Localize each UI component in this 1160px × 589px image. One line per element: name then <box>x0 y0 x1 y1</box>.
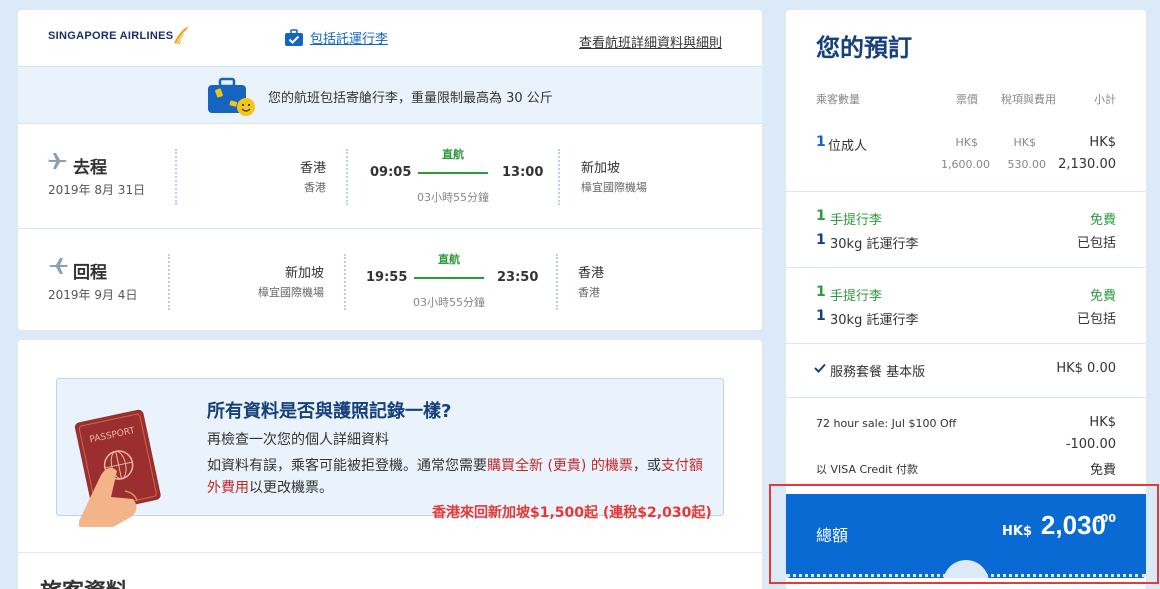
outbound-direct-label: 直航 <box>442 148 464 161</box>
section-divider <box>786 267 1146 268</box>
passport-illustration-icon: PASSPORT <box>74 409 161 527</box>
tax-amount: 530.00 <box>1007 158 1047 171</box>
airline-logo: SINGAPORE AIRLINES <box>48 30 174 42</box>
checked-baggage-link-label: 包括託運行李 <box>310 32 389 47</box>
section-divider <box>18 552 762 553</box>
passport-body-text: ，或 <box>632 458 661 474</box>
outbound-from-city: 香港 <box>299 161 326 176</box>
passport-subtitle: 再檢查一次您的個人詳細資料 <box>207 432 389 448</box>
section-divider <box>786 343 1146 344</box>
promo-overlay-text: 香港來回新加坡$1,500起 (連稅$2,030起) <box>432 505 712 521</box>
return-direct-label: 直航 <box>438 253 460 266</box>
leg-divider <box>346 149 348 205</box>
outbound-date: 2019年 8月 31日 <box>48 183 146 197</box>
service-package-price: HK$ 0.00 <box>1056 361 1116 376</box>
baggage-note-text: 您的航班包括寄艙行李，重量限制最高為 30 公斤 <box>268 91 553 106</box>
flight-header: SINGAPORE AIRLINES 包括託運行李 查看航班詳細資料與細則 <box>18 10 762 66</box>
section-divider <box>786 397 1146 398</box>
return-dep-time: 19:55 <box>366 270 408 285</box>
leg-divider <box>175 149 177 205</box>
leg-divider <box>344 254 346 310</box>
return-date: 2019年 9月 4日 <box>48 288 138 302</box>
flight-path-line <box>414 277 484 279</box>
outbound-direction: 去程 <box>73 158 107 178</box>
leg-divider <box>168 254 170 310</box>
section-divider <box>786 191 1146 192</box>
smiling-suitcase-icon <box>208 77 255 116</box>
return-direction: 回程 <box>73 263 107 283</box>
fare-currency: HK$ <box>955 136 978 149</box>
hand-bag-price: 免費 <box>1089 289 1116 304</box>
departure-plane-icon <box>48 153 67 169</box>
booking-title: 您的預訂 <box>816 34 912 62</box>
hand-bag-price: 免費 <box>1089 213 1116 228</box>
subtotal-currency: HK$ <box>1089 135 1116 150</box>
return-arr-time: 23:50 <box>497 270 539 285</box>
sale-currency: HK$ <box>1089 415 1116 430</box>
return-duration: 03小時55分鐘 <box>413 296 485 309</box>
outbound-duration: 03小時55分鐘 <box>417 191 489 204</box>
total-highlight-frame <box>769 484 1159 584</box>
hand-bag-qty: 1 <box>816 284 826 300</box>
passport-title: 所有資料是否與護照記錄一樣? <box>207 401 452 422</box>
checked-bag-price: 已包括 <box>1076 236 1116 251</box>
tax-currency: HK$ <box>1013 136 1036 149</box>
return-leg: 回程 2019年 9月 4日 新加坡 樟宜國際機場 19:55 直航 03小時5… <box>18 230 762 330</box>
return-to-airport: 香港 <box>578 286 600 299</box>
checked-baggage-link[interactable]: 包括託運行李 <box>284 28 388 47</box>
flight-details-link[interactable]: 查看航班詳細資料與細則 <box>579 32 722 51</box>
checked-bag-label: 30kg 託運行李 <box>830 313 919 328</box>
baggage-check-icon <box>285 28 303 46</box>
hand-bag-qty: 1 <box>816 208 826 224</box>
hand-bag-label: 手提行李 <box>830 289 883 304</box>
passport-body-text: 以更改機票。 <box>249 480 333 496</box>
passport-body: 如資料有誤，乘客可能被拒登機。通常您需要購買全新 (更貴) 的機票，或支付額外費… <box>207 455 707 499</box>
header-subtotal: 小計 <box>1094 93 1116 106</box>
pax-label: 位成人 <box>828 139 868 154</box>
sale-amount: -100.00 <box>1065 437 1116 452</box>
outbound-leg: 去程 2019年 8月 31日 香港 香港 09:05 直航 03小時55分鐘 … <box>18 125 762 229</box>
outbound-from-airport: 香港 <box>304 181 326 194</box>
payment-method-label: 以 VISA Credit 付款 <box>816 463 919 476</box>
checked-bag-price: 已包括 <box>1076 312 1116 327</box>
return-to-city: 香港 <box>578 266 605 281</box>
fare-amount: 1,600.00 <box>941 158 990 171</box>
airline-bird-icon <box>174 26 189 44</box>
return-from-airport: 樟宜國際機場 <box>258 286 324 299</box>
checked-bag-qty: 1 <box>816 232 826 248</box>
flight-summary-card: SINGAPORE AIRLINES 包括託運行李 查看航班詳細資料與細則 您的… <box>18 10 762 330</box>
passport-check-card: PASSPORT 所有資料是否與護照記錄一樣? 再檢查一次您的個人詳細資料 如資… <box>18 340 762 589</box>
header-fare: 票價 <box>956 93 978 106</box>
outbound-to-airport: 樟宜國際機場 <box>581 181 647 194</box>
return-from-city: 新加坡 <box>284 266 324 281</box>
buy-new-ticket-link[interactable]: 購買全新 (更貴) 的機票 <box>487 458 633 474</box>
payment-method-price: 免費 <box>1089 463 1116 478</box>
passport-body-text: 如資料有誤，乘客可能被拒登機。通常您需要 <box>207 458 487 474</box>
leg-divider <box>556 254 558 310</box>
checked-bag-label: 30kg 託運行李 <box>830 237 919 252</box>
arrival-plane-icon <box>49 258 68 274</box>
service-package-label: 服務套餐 基本版 <box>830 365 926 380</box>
hand-bag-label: 手提行李 <box>830 213 883 228</box>
flight-path-line <box>418 172 488 174</box>
subtotal-amount: 2,130.00 <box>1058 157 1116 172</box>
sale-label: 72 hour sale: Jul $100 Off <box>816 417 957 430</box>
outbound-dep-time: 09:05 <box>370 165 412 180</box>
traveler-info-heading: 旅客資料 <box>40 574 128 589</box>
pax-count: 1 <box>816 134 826 150</box>
check-icon <box>814 363 826 373</box>
header-pax: 乘客數量 <box>816 93 860 106</box>
outbound-to-city: 新加坡 <box>581 161 621 176</box>
passport-reminder-box: PASSPORT 所有資料是否與護照記錄一樣? 再檢查一次您的個人詳細資料 如資… <box>56 378 724 527</box>
header-tax: 稅項與費用 <box>1001 93 1056 106</box>
outbound-arr-time: 13:00 <box>502 165 544 180</box>
baggage-note-banner: 您的航班包括寄艙行李，重量限制最高為 30 公斤 <box>18 66 762 124</box>
leg-divider <box>558 149 560 205</box>
checked-bag-qty: 1 <box>816 308 826 324</box>
